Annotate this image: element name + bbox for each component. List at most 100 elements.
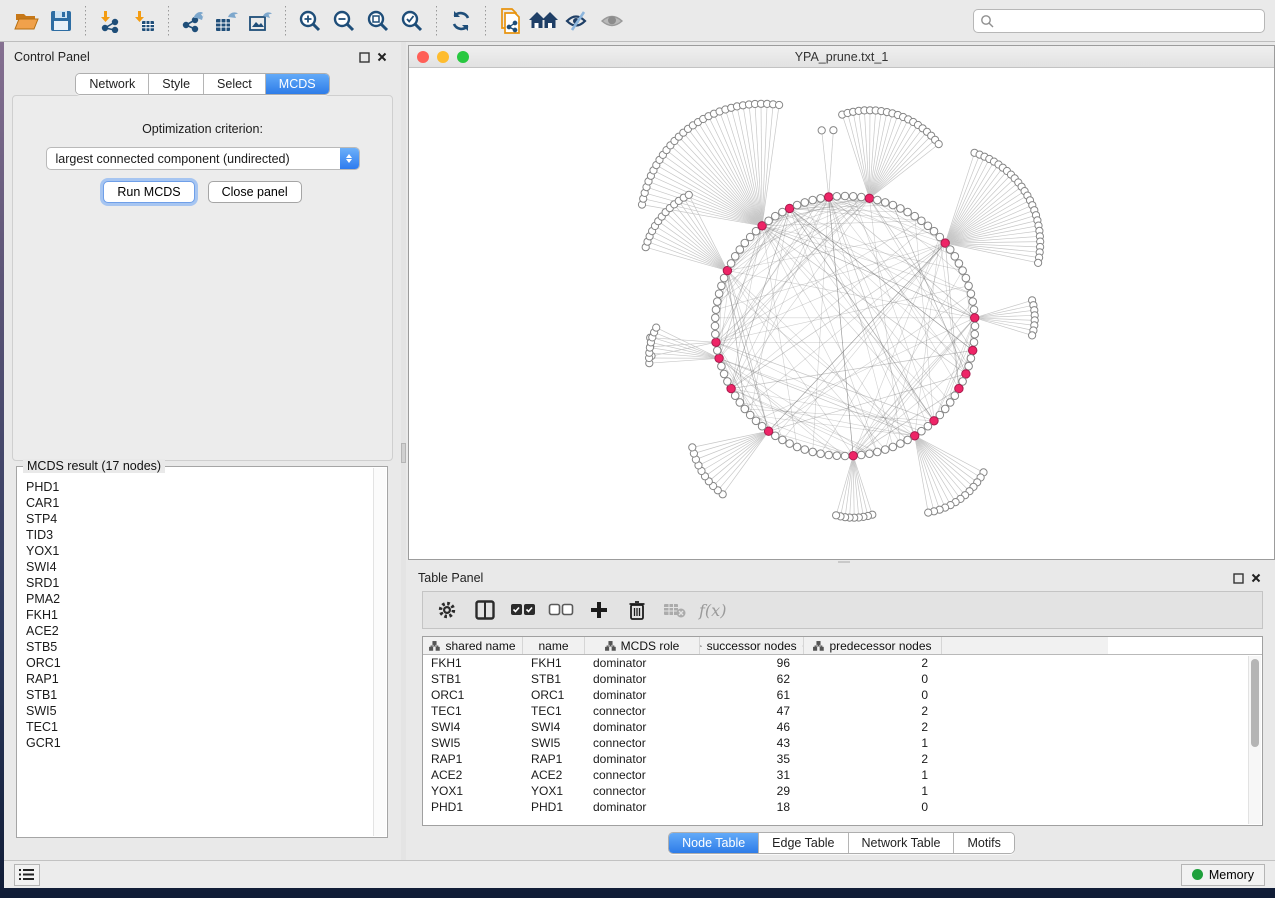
cell-shared-name: PHD1 [423,800,523,814]
export-network-icon[interactable] [176,4,210,38]
home-icon[interactable] [527,4,561,38]
table-row[interactable]: RAP1RAP1dominator352 [423,751,1262,767]
zoom-selected-icon[interactable] [395,4,429,38]
refresh-icon[interactable] [444,4,478,38]
hide-selected-icon[interactable] [561,4,595,38]
tab-node-table[interactable]: Node Table [669,833,759,853]
task-history-icon[interactable] [14,864,40,886]
mcds-result-item[interactable]: RAP1 [26,671,373,687]
search-icon [980,14,994,28]
delete-column-icon[interactable] [623,596,651,624]
criterion-value: largest connected component (undirected) [47,152,340,166]
tab-network-table[interactable]: Network Table [849,833,955,853]
column-header-successor-nodes[interactable]: successor nodes [700,637,804,654]
cell-shared-name: STB1 [423,672,523,686]
open-file-icon[interactable] [10,4,44,38]
add-column-icon[interactable] [585,596,613,624]
zoom-out-icon[interactable] [327,4,361,38]
table-row[interactable]: SWI5SWI5connector431 [423,735,1262,751]
mcds-result-item[interactable]: SWI4 [26,559,373,575]
mcds-result-item[interactable]: TID3 [26,527,373,543]
network-graph[interactable] [409,68,1274,559]
close-panel-button[interactable]: Close panel [208,181,302,203]
criterion-dropdown[interactable]: largest connected component (undirected) [46,147,360,170]
mcds-list-scrollbar[interactable] [373,468,386,836]
table-row[interactable]: ORC1ORC1dominator610 [423,687,1262,703]
save-session-icon[interactable] [44,4,78,38]
column-header-name[interactable]: name [523,637,585,654]
column-header-predecessor-nodes[interactable]: predecessor nodes [804,637,942,654]
cell-successor-nodes: 29 [700,784,804,798]
table-row[interactable]: SWI4SWI4dominator462 [423,719,1262,735]
search-input[interactable] [994,14,1258,28]
tab-network[interactable]: Network [76,74,149,94]
cell-name: SWI4 [523,720,585,734]
tab-motifs[interactable]: Motifs [954,833,1013,853]
clone-network-icon[interactable] [493,4,527,38]
mcds-result-item[interactable]: STB5 [26,639,373,655]
mcds-result-item[interactable]: TEC1 [26,719,373,735]
tab-mcds[interactable]: MCDS [266,74,329,94]
table-row[interactable]: TEC1TEC1connector472 [423,703,1262,719]
tab-style[interactable]: Style [149,74,204,94]
cell-name: TEC1 [523,704,585,718]
cell-name: FKH1 [523,656,585,670]
show-all-icon[interactable] [595,4,629,38]
export-table-icon[interactable] [210,4,244,38]
table-scrollbar[interactable] [1248,656,1261,824]
settings-gear-icon[interactable] [433,596,461,624]
toolbar-separator [85,6,86,36]
cell-shared-name: SWI5 [423,736,523,750]
cell-predecessor-nodes: 1 [804,784,942,798]
tab-select[interactable]: Select [204,74,266,94]
cell-name: PHD1 [523,800,585,814]
close-panel-icon[interactable] [373,49,391,65]
column-header-MCDS-role[interactable]: MCDS role [585,637,700,654]
deselect-all-icon[interactable] [547,596,575,624]
mcds-result-item[interactable]: SWI5 [26,703,373,719]
float-table-panel-icon[interactable] [1229,570,1247,586]
toolbar-separator [285,6,286,36]
close-table-panel-icon[interactable] [1247,570,1265,586]
mcds-result-item[interactable]: ORC1 [26,655,373,671]
mcds-result-item[interactable]: PMA2 [26,591,373,607]
mcds-result-item[interactable]: STP4 [26,511,373,527]
column-header-shared-name[interactable]: shared name [423,637,523,654]
columns-icon[interactable] [471,596,499,624]
tab-edge-table[interactable]: Edge Table [759,833,848,853]
mcds-result-item[interactable]: PHD1 [26,479,373,495]
mcds-result-item[interactable]: GCR1 [26,735,373,751]
select-all-icon[interactable] [509,596,537,624]
toolbar-separator [436,6,437,36]
table-row[interactable]: ACE2ACE2connector311 [423,767,1262,783]
import-network-icon[interactable] [93,4,127,38]
table-row[interactable]: FKH1FKH1dominator962 [423,655,1262,671]
cell-name: ORC1 [523,688,585,702]
memory-button[interactable]: Memory [1181,864,1265,886]
import-table-icon[interactable] [127,4,161,38]
cell-shared-name: RAP1 [423,752,523,766]
table-row[interactable]: YOX1YOX1connector291 [423,783,1262,799]
right-column: YPA_prune.txt_1 Table Panel [406,42,1275,860]
run-mcds-button[interactable]: Run MCDS [103,181,194,203]
mcds-result-item[interactable]: CAR1 [26,495,373,511]
network-canvas[interactable] [409,68,1274,559]
mcds-result-item[interactable]: YOX1 [26,543,373,559]
cell-MCDS-role: connector [585,768,700,782]
zoom-in-icon[interactable] [293,4,327,38]
application-window: Control Panel NetworkStyleSelectMCDS Opt… [4,0,1275,888]
mcds-result-item[interactable]: ACE2 [26,623,373,639]
table-row[interactable]: STB1STB1dominator620 [423,671,1262,687]
cell-successor-nodes: 61 [700,688,804,702]
zoom-fit-icon[interactable] [361,4,395,38]
mcds-result-item[interactable]: FKH1 [26,607,373,623]
mcds-result-item[interactable]: SRD1 [26,575,373,591]
export-image-icon[interactable] [244,4,278,38]
delete-table-icon[interactable] [661,596,689,624]
mcds-result-item[interactable]: STB1 [26,687,373,703]
float-panel-icon[interactable] [355,49,373,65]
cell-predecessor-nodes: 1 [804,736,942,750]
cell-MCDS-role: dominator [585,688,700,702]
table-row[interactable]: PHD1PHD1dominator180 [423,799,1262,815]
table-scrollbar-thumb[interactable] [1251,659,1259,747]
